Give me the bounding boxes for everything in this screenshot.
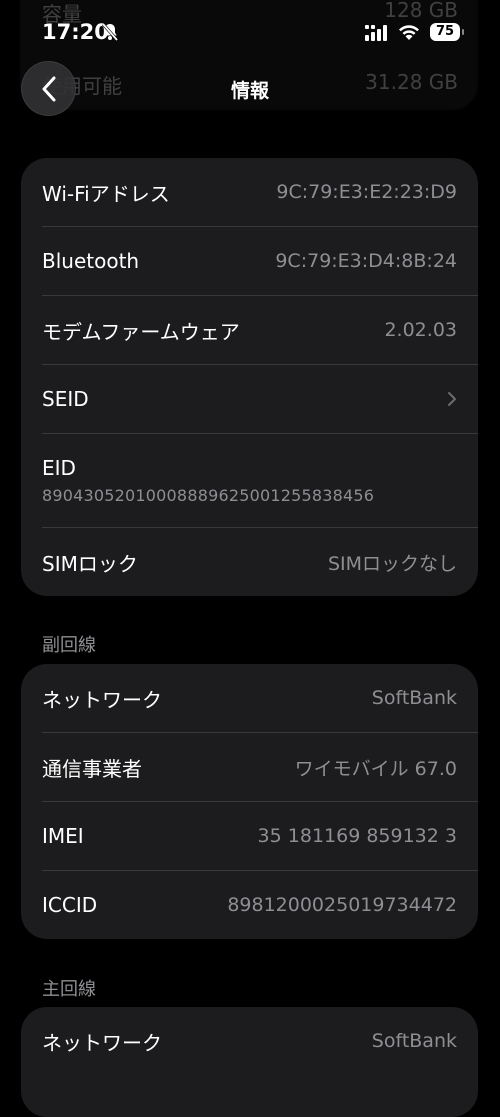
row-network: ネットワーク SoftBank xyxy=(42,664,478,733)
bell-muted-icon xyxy=(100,22,120,46)
row-value: 8981200025019734472 xyxy=(227,894,457,916)
section-header-primary-line: 主回線 xyxy=(42,979,96,1000)
row-label: EID xyxy=(42,456,76,480)
row-wifi-address: Wi-Fiアドレス 9C:79:E3:E2:23:D9 xyxy=(42,158,478,227)
row-label: Bluetooth xyxy=(42,249,140,273)
row-iccid: ICCID 8981200025019734472 xyxy=(42,871,478,939)
device-info-card: Wi-Fiアドレス 9C:79:E3:E2:23:D9 Bluetooth 9C… xyxy=(21,158,478,596)
row-sim-lock: SIMロック SIMロックなし xyxy=(42,528,478,596)
primary-line-card: ネットワーク SoftBank xyxy=(21,1007,478,1117)
row-eid: EID 89043052010008889625001255838456 xyxy=(42,434,478,528)
row-value: 35 181169 859132 3 xyxy=(257,825,457,847)
row-label: 通信事業者 xyxy=(42,756,142,781)
status-time: 17:20 xyxy=(42,20,109,44)
chevron-right-icon xyxy=(448,392,456,406)
row-value: ワイモバイル 67.0 xyxy=(294,757,457,780)
row-value: SoftBank xyxy=(371,687,457,709)
row-label: SIMロック xyxy=(42,551,138,576)
page-title: 情報 xyxy=(230,80,269,102)
row-label: IMEI xyxy=(42,824,84,848)
row-label: SEID xyxy=(42,387,89,411)
wifi-icon xyxy=(398,23,420,45)
row-bluetooth: Bluetooth 9C:79:E3:D4:8B:24 xyxy=(42,227,478,296)
row-seid[interactable]: SEID xyxy=(42,365,478,434)
eid-value: 89043052010008889625001255838456 xyxy=(42,486,375,505)
row-value: 2.02.03 xyxy=(384,319,457,341)
battery-icon: 75 xyxy=(430,23,464,41)
row-network: ネットワーク SoftBank xyxy=(42,1007,478,1075)
row-label: ネットワーク xyxy=(42,687,162,712)
secondary-line-card: ネットワーク SoftBank 通信事業者 ワイモバイル 67.0 IMEI 3… xyxy=(21,664,478,939)
row-imei: IMEI 35 181169 859132 3 xyxy=(42,802,478,871)
row-value: 9C:79:E3:E2:23:D9 xyxy=(276,181,457,203)
row-modem-firmware: モデムファームウェア 2.02.03 xyxy=(42,296,478,365)
row-label: ICCID xyxy=(42,893,98,917)
row-value: SIMロックなし xyxy=(327,552,457,575)
cellular-signal-icon xyxy=(365,25,391,45)
row-label: Wi-Fiアドレス xyxy=(42,181,170,206)
row-value: 9C:79:E3:D4:8B:24 xyxy=(275,250,457,272)
row-label: ネットワーク xyxy=(42,1030,162,1055)
row-carrier: 通信事業者 ワイモバイル 67.0 xyxy=(42,733,478,802)
row-value: SoftBank xyxy=(371,1030,457,1052)
section-header-secondary-line: 副回線 xyxy=(42,635,96,656)
row-label: モデムファームウェア xyxy=(42,319,240,344)
status-bar: 17:20 75 xyxy=(0,0,500,66)
